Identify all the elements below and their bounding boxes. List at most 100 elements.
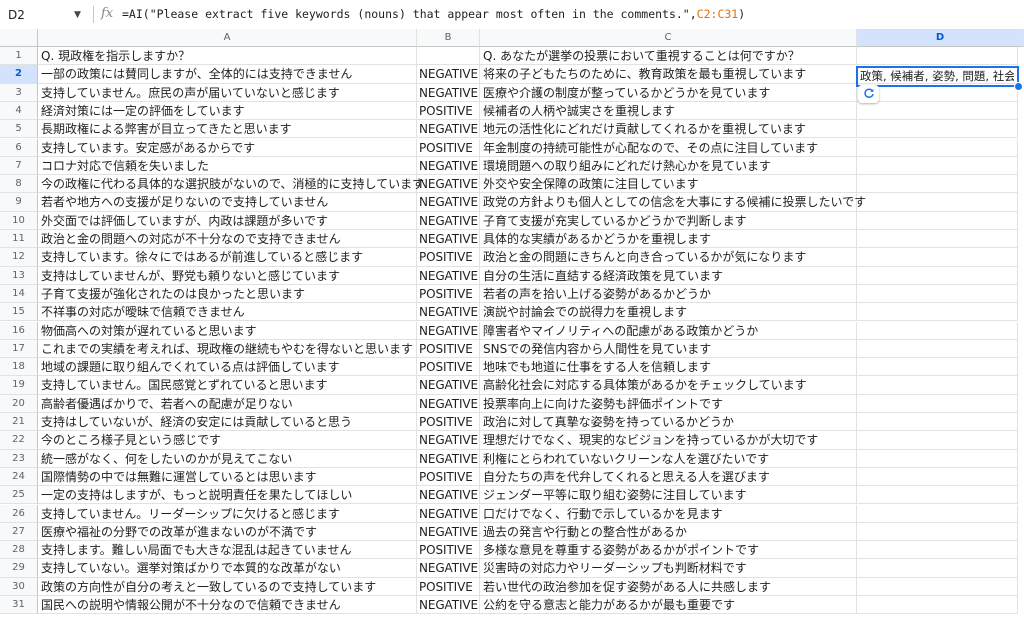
cell-b[interactable]: NEGATIVE (417, 376, 480, 395)
cell-c[interactable]: 地味でも地道に仕事をする人を信頼します (480, 358, 857, 377)
cell-a[interactable]: 不祥事の対応が曖昧で信頼できません (38, 303, 417, 322)
row-header[interactable]: 3 (0, 83, 38, 102)
cell-a[interactable]: 外交面では評価していますが、内政は課題が多いです (38, 211, 417, 230)
cell-d[interactable] (857, 522, 1018, 542)
row-header[interactable]: 25 (0, 486, 38, 505)
cell-b[interactable]: POSITIVE (417, 358, 480, 377)
cell-d[interactable] (857, 449, 1018, 468)
cell-c[interactable]: 政治と金の問題にきちんと向き合っているかが気になります (480, 248, 857, 267)
cell-d[interactable] (857, 431, 1018, 450)
cell-d[interactable] (857, 101, 1018, 121)
cell-d2-value[interactable]: 政策, 候補者, 姿勢, 問題, 社会 (860, 68, 1014, 84)
cell-a[interactable]: 政策の方向性が自分の考えと一致しているので支持しています (38, 577, 417, 596)
cell-a[interactable]: 政治と金の問題への対応が不十分なので支持できません (38, 230, 417, 249)
row-header[interactable]: 11 (0, 230, 38, 249)
cell-d[interactable] (857, 559, 1018, 578)
cell-c[interactable]: SNSでの発信内容から人間性を見ています (480, 339, 857, 359)
cell-a[interactable]: 高齢者優遇ばかりで、若者への配慮が足りない (38, 394, 417, 413)
row-header[interactable]: 30 (0, 577, 38, 596)
cell-d[interactable] (857, 596, 1018, 615)
cell-a[interactable]: 支持はしていないが、経済の安定には貢献していると思う (38, 413, 417, 432)
row-header[interactable]: 8 (0, 175, 38, 194)
cell-d[interactable] (857, 339, 1018, 359)
cell-b[interactable]: POSITIVE (417, 138, 480, 157)
column-header-a[interactable]: A (38, 29, 417, 47)
cell-a[interactable]: これまでの実績を考えれば、現政権の継続もやむを得ないと思います (38, 339, 417, 359)
cell-b[interactable] (417, 47, 480, 66)
row-header[interactable]: 18 (0, 358, 38, 377)
cell-a[interactable]: 支持していません。庶民の声が届いていないと感じます (38, 83, 417, 102)
cell-b[interactable]: NEGATIVE (417, 522, 480, 542)
cell-d[interactable] (857, 284, 1018, 304)
select-all-corner[interactable] (0, 29, 38, 47)
cell-b[interactable]: POSITIVE (417, 413, 480, 432)
row-header[interactable]: 27 (0, 522, 38, 542)
cell-d[interactable] (857, 394, 1018, 413)
cell-a[interactable]: 支持していません。国民感覚とずれていると思います (38, 376, 417, 395)
fill-handle[interactable] (1014, 82, 1023, 91)
cell-c[interactable]: 子育て支援が充実しているかどうかで判断します (480, 211, 857, 230)
cell-a[interactable]: Q. 現政権を指示しますか？ (38, 47, 417, 66)
row-header[interactable]: 10 (0, 211, 38, 230)
cell-d[interactable] (857, 175, 1018, 194)
cell-b[interactable]: NEGATIVE (417, 486, 480, 505)
row-header[interactable]: 26 (0, 504, 38, 523)
row-header[interactable]: 22 (0, 431, 38, 450)
cell-d[interactable] (857, 413, 1018, 432)
cell-a[interactable]: 支持はしていませんが、野党も頼りないと感じています (38, 266, 417, 285)
formula-input[interactable]: =AI("Please extract five keywords (nouns… (122, 7, 745, 21)
cell-d[interactable] (857, 156, 1018, 176)
cell-b[interactable]: NEGATIVE (417, 559, 480, 578)
cell-a[interactable]: 支持しています。徐々にではあるが前進していると感じます (38, 248, 417, 267)
cell-c[interactable]: 自分の生活に直結する経済政策を見ています (480, 266, 857, 285)
cell-b[interactable]: NEGATIVE (417, 83, 480, 102)
cell-b[interactable]: NEGATIVE (417, 321, 480, 340)
cell-b[interactable]: NEGATIVE (417, 120, 480, 139)
cell-b[interactable]: POSITIVE (417, 284, 480, 304)
cell-c[interactable]: 政党の方針よりも個人としての信念を大事にする候補に投票したいです (480, 193, 866, 212)
cell-d[interactable] (857, 211, 1018, 230)
cell-b[interactable]: NEGATIVE (417, 266, 480, 285)
cell-a[interactable]: 国際情勢の中では無難に運営しているとは思います (38, 467, 417, 487)
cell-a[interactable]: 経済対策には一定の評価をしています (38, 101, 417, 121)
cell-b[interactable]: NEGATIVE (417, 596, 480, 615)
cell-c[interactable]: 候補者の人柄や誠実さを重視します (480, 101, 857, 121)
cell-b[interactable]: NEGATIVE (417, 449, 480, 468)
row-header[interactable]: 31 (0, 596, 38, 615)
cell-c[interactable]: 障害者やマイノリティへの配慮がある政策かどうか (480, 321, 857, 340)
cell-c[interactable]: 演説や討論会での説得力を重視します (480, 303, 857, 322)
cell-d[interactable] (857, 541, 1018, 560)
cell-d[interactable] (857, 230, 1018, 249)
cell-a[interactable]: 一部の政策には賛同しますが、全体的には支持できません (38, 65, 417, 84)
column-header-b[interactable]: B (417, 29, 480, 47)
cell-b[interactable]: POSITIVE (417, 339, 480, 359)
cell-a[interactable]: 物価高への対策が遅れていると思います (38, 321, 417, 340)
cell-b[interactable]: NEGATIVE (417, 211, 480, 230)
row-header[interactable]: 2 (0, 65, 38, 84)
cell-c[interactable]: 医療や介護の制度が整っているかどうかを見ています (480, 83, 857, 102)
row-header[interactable]: 12 (0, 248, 38, 267)
row-header[interactable]: 19 (0, 376, 38, 395)
cell-a[interactable]: 支持していない。選挙対策ばかりで本質的な改革がない (38, 559, 417, 578)
cell-c[interactable]: 外交や安全保障の政策に注目しています (480, 175, 857, 194)
cell-a[interactable]: 今のところ様子見という感じです (38, 431, 417, 450)
cell-c[interactable]: 高齢化社会に対応する具体策があるかをチェックしています (480, 376, 857, 395)
cell-b[interactable]: POSITIVE (417, 101, 480, 121)
row-header[interactable]: 1 (0, 47, 38, 66)
cell-d[interactable] (857, 266, 1018, 285)
row-header[interactable]: 16 (0, 321, 38, 340)
cell-b[interactable]: POSITIVE (417, 467, 480, 487)
cell-d[interactable] (857, 358, 1018, 377)
cell-c[interactable]: 災害時の対応力やリーダーシップも判断材料です (480, 559, 857, 578)
row-header[interactable]: 4 (0, 101, 38, 121)
row-header[interactable]: 29 (0, 559, 38, 578)
row-header[interactable]: 17 (0, 339, 38, 359)
cell-b[interactable]: NEGATIVE (417, 431, 480, 450)
cell-a[interactable]: 支持していません。リーダーシップに欠けると感じます (38, 504, 417, 523)
cell-d[interactable] (857, 376, 1018, 395)
cell-b[interactable]: NEGATIVE (417, 230, 480, 249)
row-header[interactable]: 6 (0, 138, 38, 157)
cell-c[interactable]: 具体的な実績があるかどうかを重視します (480, 230, 857, 249)
row-header[interactable]: 20 (0, 394, 38, 413)
cell-d[interactable] (857, 577, 1018, 596)
